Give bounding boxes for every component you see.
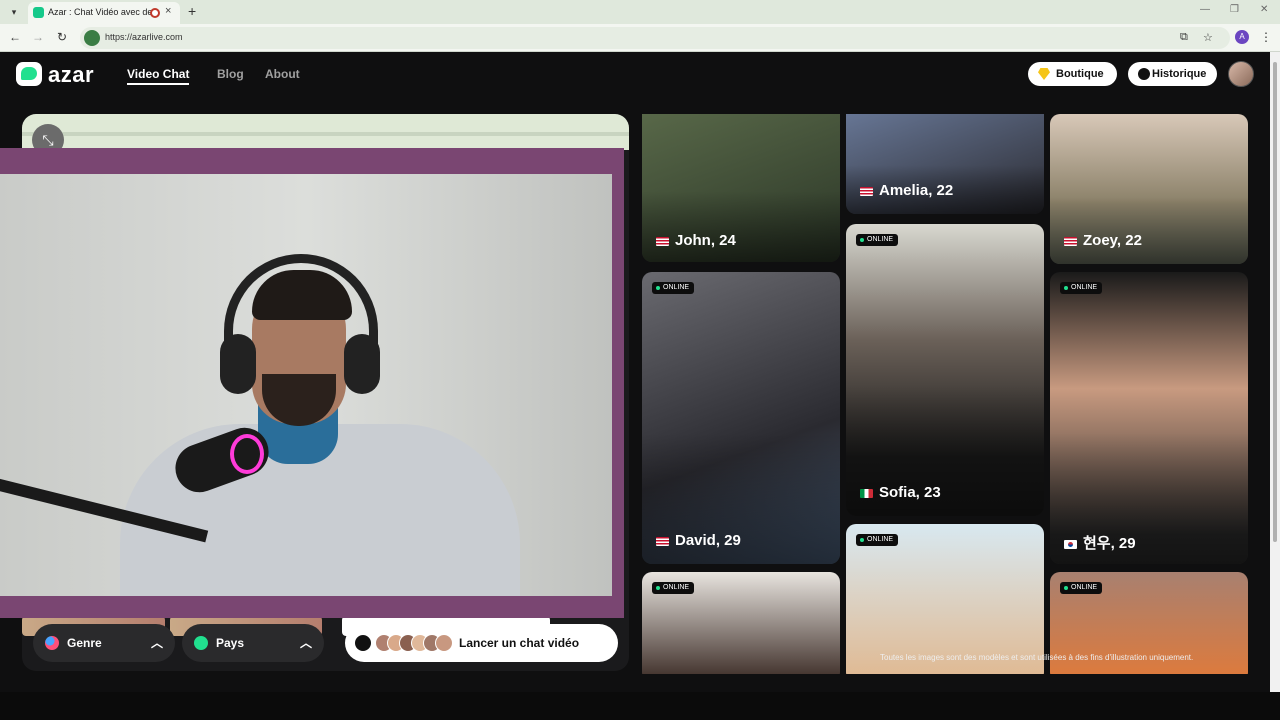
video-camera-icon xyxy=(355,635,371,651)
profile-card[interactable]: ONLINE Sofia, 23 xyxy=(846,224,1044,516)
us-flag-icon xyxy=(656,536,669,546)
gem-icon xyxy=(1038,68,1050,80)
profile-card[interactable]: John, 24 xyxy=(642,114,840,262)
start-video-chat-button[interactable]: Lancer un chat vidéo xyxy=(345,624,618,662)
us-flag-icon xyxy=(1064,236,1077,246)
browser-tab[interactable]: Azar : Chat Vidéo avec de n × xyxy=(28,2,180,24)
profile-name: Amelia, 22 xyxy=(860,182,953,199)
self-camera-view xyxy=(0,174,612,596)
avatar-thumbnail xyxy=(435,634,453,652)
azar-logo-text[interactable]: azar xyxy=(48,62,94,88)
profile-card[interactable]: Amelia, 22 xyxy=(846,114,1044,214)
camera-permission-icon[interactable] xyxy=(84,30,100,46)
microphone-led-ring xyxy=(230,434,264,474)
headphones-right-cup xyxy=(344,334,380,394)
profile-card[interactable]: ONLINE xyxy=(846,524,1044,674)
nav-video-chat[interactable]: Video Chat xyxy=(127,67,190,85)
browser-menu-icon[interactable]: ⋮ xyxy=(1260,30,1272,44)
tab-close-icon[interactable]: × xyxy=(165,5,171,17)
close-window-icon[interactable]: ✕ xyxy=(1260,4,1268,15)
tab-list-chevron-icon[interactable]: ▾ xyxy=(6,4,22,20)
avatar-stack xyxy=(375,634,455,652)
profile-name: Sofia, 23 xyxy=(860,484,941,501)
profile-name: John, 24 xyxy=(656,232,736,249)
us-flag-icon xyxy=(656,236,669,246)
chevron-up-icon: ︿ xyxy=(150,636,163,650)
forward-icon[interactable]: → xyxy=(30,30,46,44)
online-badge: ONLINE xyxy=(652,582,695,594)
url-field[interactable]: https://azarlive.com ⧉ ☆ xyxy=(80,27,1230,49)
nav-blog[interactable]: Blog xyxy=(217,67,244,81)
us-flag-icon xyxy=(860,186,873,196)
pays-label: Pays xyxy=(216,636,245,650)
user-avatar[interactable] xyxy=(1228,61,1254,87)
online-badge: ONLINE xyxy=(652,282,695,294)
clock-icon xyxy=(1138,68,1150,80)
genre-filter-button[interactable]: Genre ︿ xyxy=(33,624,175,662)
profile-card[interactable]: ONLINE 현우, 29 xyxy=(1050,272,1248,564)
panel-top-divider xyxy=(22,132,629,136)
online-badge: ONLINE xyxy=(1060,582,1103,594)
back-icon[interactable]: ← xyxy=(7,30,23,44)
boutique-label: Boutique xyxy=(1056,68,1104,80)
scrollbar-thumb[interactable] xyxy=(1273,62,1277,542)
gender-icon xyxy=(45,636,59,650)
headphones-left-cup xyxy=(220,334,256,394)
tab-title: Azar : Chat Vidéo avec de n xyxy=(48,7,160,17)
genre-label: Genre xyxy=(67,636,102,650)
window-bottom-bar xyxy=(0,692,1280,720)
boutique-button[interactable]: Boutique xyxy=(1028,62,1117,86)
pays-filter-button[interactable]: Pays ︿ xyxy=(182,624,324,662)
italy-flag-icon xyxy=(860,488,873,498)
globe-icon xyxy=(194,636,208,650)
online-badge: ONLINE xyxy=(856,534,899,546)
address-bar: ← → ↻ https://azarlive.com ⧉ ☆ xyxy=(0,24,1280,52)
profile-name: David, 29 xyxy=(656,532,741,549)
historique-label: Historique xyxy=(1152,68,1207,80)
reload-icon[interactable]: ↻ xyxy=(54,30,70,44)
online-badge: ONLINE xyxy=(856,234,899,246)
new-tab-button[interactable]: + xyxy=(188,3,196,19)
profile-card[interactable]: ONLINE David, 29 xyxy=(642,272,840,564)
nav-about[interactable]: About xyxy=(265,67,300,81)
image-disclaimer: Toutes les images sont des modèles et so… xyxy=(880,653,1194,662)
profile-card[interactable]: ONLINE xyxy=(642,572,840,674)
url-text: https://azarlive.com xyxy=(105,32,183,42)
recording-indicator-icon xyxy=(150,8,160,18)
profile-card[interactable]: Zoey, 22 xyxy=(1050,114,1248,264)
korea-flag-icon xyxy=(1064,539,1077,549)
chevron-up-icon: ︿ xyxy=(299,636,312,650)
browser-tab-bar: ▾ Azar : Chat Vidéo avec de n × + — ❐ ✕ xyxy=(0,0,1280,24)
browser-profile-icon[interactable]: A xyxy=(1235,30,1249,44)
azar-favicon-icon xyxy=(33,7,44,18)
page-scrollbar[interactable] xyxy=(1270,52,1280,692)
cast-icon[interactable]: ⧉ xyxy=(1180,31,1188,44)
profile-grid: John, 24 ONLINE David, 29 ONLINE Amelia,… xyxy=(640,114,1252,674)
bookmark-star-icon[interactable]: ☆ xyxy=(1203,31,1213,44)
profile-name: 현우, 29 xyxy=(1064,532,1136,553)
restore-window-icon[interactable]: ❐ xyxy=(1230,4,1239,15)
historique-button[interactable]: Historique xyxy=(1128,62,1217,86)
profile-name: Zoey, 22 xyxy=(1064,232,1142,249)
minimize-window-icon[interactable]: — xyxy=(1200,4,1210,15)
azar-logo-icon[interactable] xyxy=(16,62,42,86)
start-video-chat-label: Lancer un chat vidéo xyxy=(459,636,580,650)
online-badge: ONLINE xyxy=(1060,282,1103,294)
